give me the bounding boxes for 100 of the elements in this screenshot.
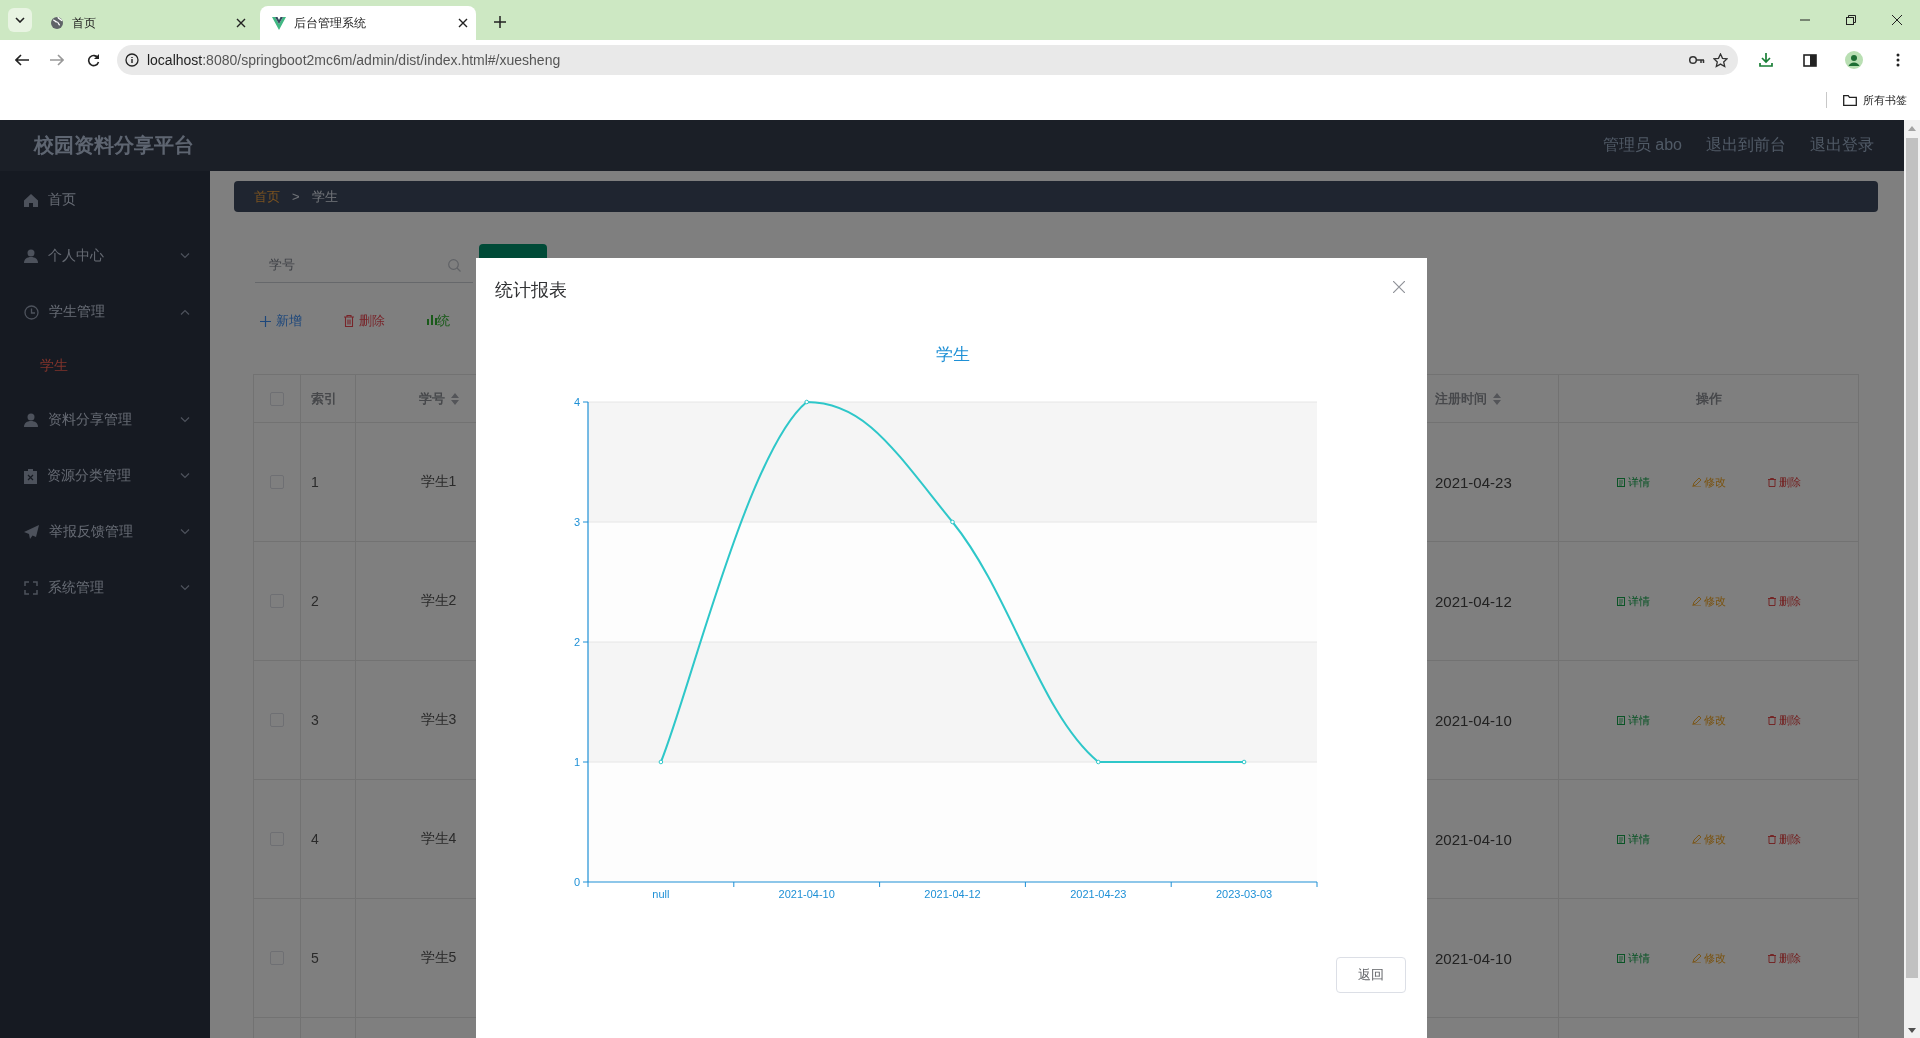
restore-icon — [1846, 15, 1856, 25]
minimize-icon — [1800, 19, 1810, 21]
key-icon — [1689, 55, 1705, 65]
chevron-down-icon — [180, 585, 190, 591]
axis-label: 0 — [573, 876, 580, 888]
forward-arrow-icon — [50, 54, 65, 66]
document-icon — [1616, 477, 1625, 487]
dialog-title: 统计报表 — [495, 279, 568, 302]
row-action-button[interactable]: 详情 — [1616, 474, 1650, 490]
row-action-button[interactable]: 详情 — [1616, 712, 1650, 728]
data-point — [1241, 759, 1247, 765]
table-cell: 学生3 — [420, 711, 457, 729]
folder-icon — [1843, 94, 1857, 106]
chevron-down-icon — [180, 473, 190, 479]
row-action-button[interactable]: 修改 — [1691, 593, 1726, 609]
globe-icon — [50, 16, 64, 30]
table-cell: 2021-04-10 — [1435, 711, 1512, 729]
chevron-down-icon — [15, 17, 25, 23]
paper-plane-icon — [24, 525, 39, 539]
row-action-button[interactable]: 删除 — [1767, 831, 1801, 847]
chevron-up-icon — [180, 309, 190, 315]
sort-icon — [1493, 392, 1501, 405]
breadcrumb-item[interactable]: 首页 — [254, 187, 280, 206]
axis-label: 2021-04-10 — [778, 888, 835, 900]
sidebar-item[interactable]: 个人中心 — [0, 228, 210, 284]
row-action-button[interactable]: 删除 — [1767, 474, 1801, 490]
table-cell: 学生5 — [420, 949, 457, 967]
row-action-button[interactable]: 详情 — [1616, 593, 1650, 609]
toolbar-button[interactable]: 新增 — [254, 312, 308, 330]
sidebar-item[interactable]: 学生管理 — [0, 284, 210, 340]
table-cell: 3 — [311, 712, 319, 728]
header-link[interactable]: 退出到前台 — [1706, 135, 1786, 156]
sidebar-item[interactable]: 资源分类管理 — [0, 448, 210, 504]
scroll-down-icon — [1908, 1027, 1916, 1033]
plus-icon — [494, 16, 506, 28]
row-action-button[interactable]: 修改 — [1691, 831, 1726, 847]
home-icon — [24, 193, 38, 207]
row-action-button[interactable]: 详情 — [1616, 950, 1650, 966]
table-cell: 2021-04-12 — [1435, 592, 1512, 610]
search-field[interactable]: 学号 — [255, 247, 473, 283]
browser-tab[interactable]: 首页 — [38, 6, 254, 40]
close-icon — [236, 18, 246, 28]
table-cell: 1 — [311, 474, 319, 490]
pencil-icon — [1691, 477, 1701, 487]
row-action-button[interactable]: 修改 — [1691, 950, 1726, 966]
toolbar-button[interactable]: 统 — [421, 312, 456, 330]
sidebar-item[interactable]: 资料分享管理 — [0, 392, 210, 448]
close-icon — [1892, 15, 1902, 25]
header-link[interactable]: 退出登录 — [1810, 135, 1874, 156]
row-action-button[interactable]: 详情 — [1616, 831, 1650, 847]
header-link[interactable]: 管理员 abo — [1602, 135, 1682, 156]
plus-icon — [260, 315, 271, 327]
sidebar-item[interactable]: 系统管理 — [0, 560, 210, 616]
avatar-icon — [1845, 51, 1863, 69]
user-icon — [24, 413, 38, 427]
column-header: 操作 — [1695, 389, 1722, 408]
column-header[interactable]: 学号 — [418, 389, 459, 408]
table-cell: 学生2 — [420, 592, 457, 610]
clipboard-icon — [24, 468, 37, 484]
row-action-button[interactable]: 删除 — [1767, 712, 1801, 728]
bookmarks-button[interactable]: 所有书签 — [1843, 92, 1907, 108]
chevron-down-icon — [180, 417, 190, 423]
table-cell: 5 — [311, 950, 319, 966]
bar-chart-icon — [427, 315, 437, 325]
trash-icon — [1767, 715, 1776, 725]
user-icon — [24, 249, 38, 263]
tab-search-button[interactable] — [8, 8, 32, 32]
document-icon — [1616, 834, 1625, 844]
table-cell: 2021-04-10 — [1435, 830, 1512, 848]
sidebar-item[interactable]: 举报反馈管理 — [0, 504, 210, 560]
download-icon — [1759, 53, 1773, 67]
column-header[interactable]: 注册时间 — [1435, 389, 1501, 408]
document-icon — [1616, 596, 1625, 606]
row-action-button[interactable]: 修改 — [1691, 474, 1726, 490]
address-bar[interactable]: localhost:8080/springboot2mc6m/admin/dist/index.html#/xuesheng — [116, 45, 1738, 75]
back-button[interactable]: 返回 — [1336, 957, 1406, 993]
row-action-button[interactable]: 删除 — [1767, 950, 1801, 966]
axis-label: 3 — [573, 516, 580, 528]
breadcrumb-item: 学生 — [311, 187, 338, 206]
axis-label: null — [652, 888, 670, 900]
axis-label: 2021-04-23 — [1070, 888, 1127, 900]
column-header: 索引 — [311, 389, 337, 408]
chart-title: 学生 — [935, 345, 970, 364]
axis-label: 2023-03-03 — [1215, 888, 1273, 900]
toolbar-button[interactable]: 删除 — [338, 312, 391, 330]
axis-label: 2021-04-12 — [924, 888, 981, 900]
pencil-icon — [1691, 715, 1701, 725]
browser-tab[interactable]: 后台管理系统 — [260, 6, 476, 40]
data-point — [950, 519, 955, 525]
trash-icon — [1767, 834, 1776, 844]
close-button[interactable] — [1393, 281, 1405, 293]
pencil-icon — [1691, 596, 1701, 606]
sidebar-item[interactable]: 首页 — [0, 172, 210, 228]
row-action-button[interactable]: 删除 — [1767, 593, 1801, 609]
scrollbar[interactable] — [1904, 120, 1920, 1038]
row-action-button[interactable]: 修改 — [1691, 712, 1726, 728]
sidebar-subitem[interactable]: 学生 — [0, 340, 210, 392]
pencil-icon — [1691, 834, 1701, 844]
search-icon — [448, 259, 461, 272]
document-icon — [1616, 953, 1625, 963]
